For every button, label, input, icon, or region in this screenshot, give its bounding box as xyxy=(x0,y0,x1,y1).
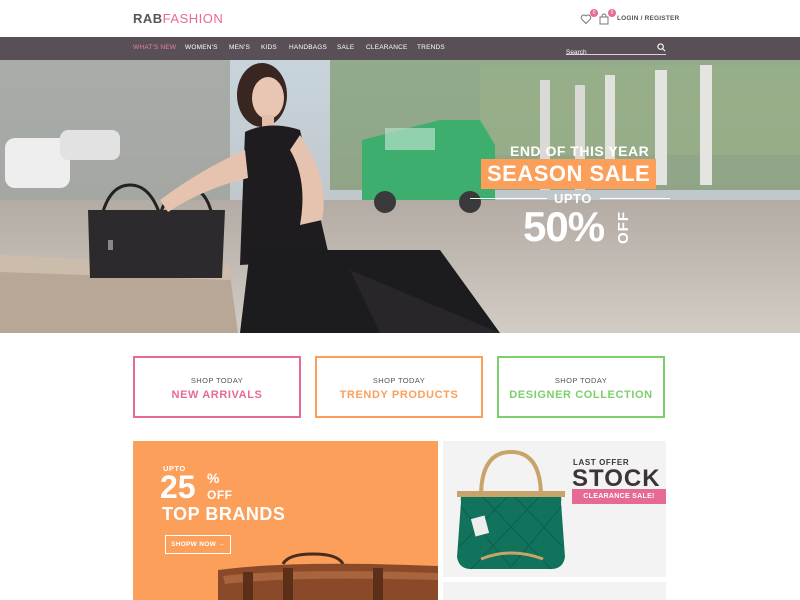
leather-bag-image xyxy=(218,552,438,600)
clearance-sale-badge[interactable]: CLEARANCE SALE! xyxy=(572,489,666,504)
nav-item-whats-new[interactable]: WHAT'S NEW xyxy=(133,44,176,51)
search-icon[interactable] xyxy=(657,43,666,52)
brands-off: OFF xyxy=(207,488,233,502)
promo-new-arrivals[interactable]: SHOP TODAY NEW ARRIVALS xyxy=(133,356,301,418)
promo-label: SHOP TODAY xyxy=(372,376,426,385)
nav-item-clearance[interactable]: CLEARANCE xyxy=(366,44,408,51)
top-header: RABFASHION 0 0 LOGIN / REGISTER xyxy=(0,0,800,37)
site-logo[interactable]: RABFASHION xyxy=(133,11,223,26)
nav-item-sale[interactable]: SALE xyxy=(337,44,354,51)
search-input[interactable] xyxy=(566,46,650,59)
promo-title: DESIGNER COLLECTION xyxy=(509,389,653,401)
hero-photo xyxy=(0,60,800,333)
brands-title: TOP BRANDS xyxy=(162,504,286,524)
search-bar xyxy=(566,41,666,59)
green-handbag-image xyxy=(457,449,565,570)
logo-part-2: FASHION xyxy=(162,11,224,26)
promo-label: SHOP TODAY xyxy=(190,376,244,385)
promo-designer-collection[interactable]: SHOP TODAY DESIGNER COLLECTION xyxy=(497,356,665,418)
next-promo-card[interactable] xyxy=(443,582,666,600)
wishlist-button[interactable]: 0 xyxy=(580,9,598,25)
brands-value: 25 xyxy=(160,469,196,505)
logo-part-1: RAB xyxy=(133,11,163,26)
cart-count-badge: 0 xyxy=(608,9,616,17)
nav-item-womens[interactable]: WOMEN'S xyxy=(185,44,218,51)
nav-item-trends[interactable]: TRENDS xyxy=(417,44,445,51)
hero-off: OFF xyxy=(615,204,636,250)
hero-percent: 50% xyxy=(523,203,605,250)
promo-trendy-products[interactable]: SHOP TODAY TRENDY PRODUCTS xyxy=(315,356,483,418)
top-brands-banner[interactable]: UPTO 25 % OFF TOP BRANDS SHOPW NOW → xyxy=(133,441,438,600)
promo-title: NEW ARRIVALS xyxy=(171,389,263,401)
cart-button[interactable]: 0 xyxy=(598,9,616,25)
promo-title: TRENDY PRODUCTS xyxy=(339,389,459,401)
hero-line-1: END OF THIS YEAR xyxy=(510,143,650,159)
brands-percent: % xyxy=(207,470,220,486)
login-register-link[interactable]: LOGIN / REGISTER xyxy=(617,15,679,22)
nav-item-mens[interactable]: MEN'S xyxy=(229,44,250,51)
promo-label: SHOP TODAY xyxy=(554,376,608,385)
hero-banner[interactable]: END OF THIS YEAR SEASON SALE UPTO 50% OF… xyxy=(0,60,800,333)
last-offer-stock-banner[interactable]: LAST OFFER STOCK CLEARANCE SALE! xyxy=(443,441,666,577)
main-nav: WHAT'S NEW WOMEN'S MEN'S KIDS HANDBAGS S… xyxy=(0,37,800,60)
nav-item-handbags[interactable]: HANDBAGS xyxy=(289,44,327,51)
hero-off-label: OFF xyxy=(615,211,632,244)
wishlist-count-badge: 0 xyxy=(590,9,598,17)
hero-season-sale: SEASON SALE xyxy=(481,159,657,189)
nav-item-kids[interactable]: KIDS xyxy=(261,44,277,51)
divider xyxy=(600,198,670,199)
divider xyxy=(470,198,547,199)
